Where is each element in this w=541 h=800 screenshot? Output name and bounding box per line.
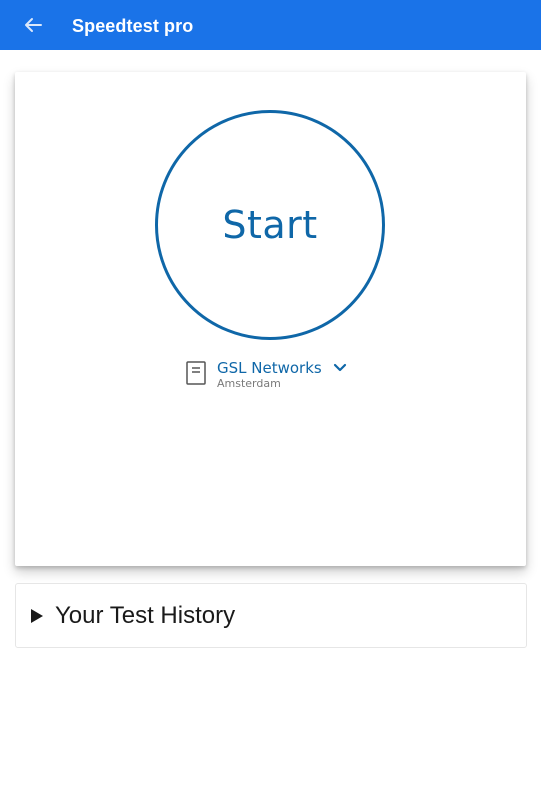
triangle-right-icon [31, 608, 43, 623]
start-label: Start [222, 203, 318, 247]
test-history-label: Your Test History [55, 601, 236, 629]
server-document-icon [186, 361, 206, 385]
chevron-down-icon[interactable] [333, 363, 347, 373]
app-bar: Speedtest pro [0, 0, 541, 50]
server-name-row: GSL Networks [217, 359, 347, 377]
page-title: Speedtest pro [72, 16, 194, 36]
server-name: GSL Networks [217, 359, 322, 377]
back-button[interactable] [20, 13, 46, 37]
start-button[interactable]: Start [155, 110, 385, 340]
arrow-left-icon [25, 18, 42, 32]
speedtest-card: Start GSL Networks Amsterdam [15, 72, 526, 566]
test-history-toggle[interactable]: Your Test History [15, 583, 527, 648]
server-info: GSL Networks Amsterdam [217, 359, 347, 390]
server-location: Amsterdam [217, 377, 281, 390]
server-selector[interactable]: GSL Networks Amsterdam [186, 359, 347, 393]
